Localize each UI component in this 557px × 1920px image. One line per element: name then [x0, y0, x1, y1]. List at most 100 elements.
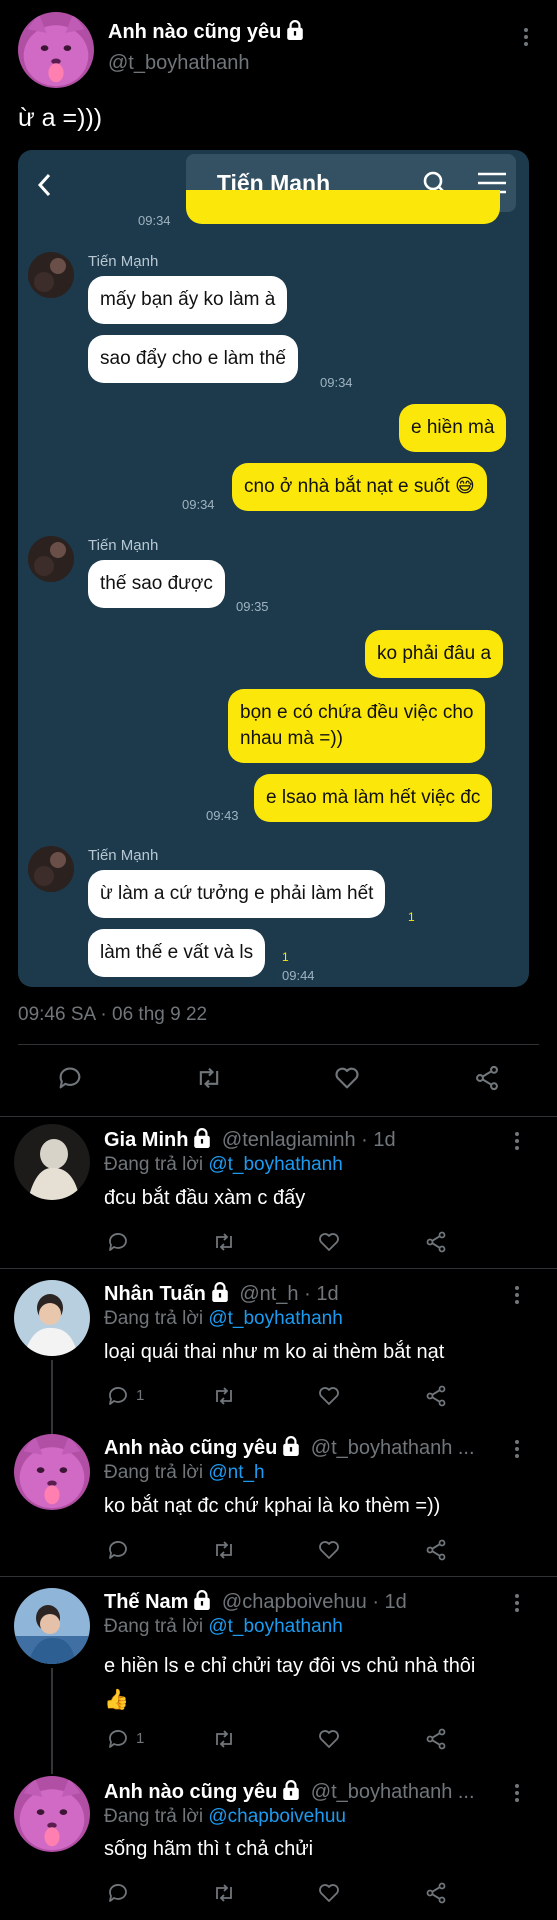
chat-bubble-out: e lsao mà làm hết việc đc — [254, 774, 493, 822]
chat-bubble-in: mấy bạn ấy ko làm à — [88, 276, 288, 324]
divider — [0, 1116, 557, 1117]
reply-icon[interactable] — [56, 1064, 84, 1092]
more-icon[interactable] — [514, 1286, 520, 1307]
reply-author-name[interactable]: Anh nào cũng yêu — [104, 1437, 277, 1459]
author-avatar[interactable] — [18, 12, 94, 88]
share-icon[interactable] — [424, 1230, 448, 1254]
replying-to: Đang trả lời @chapboivehuu — [104, 1806, 346, 1828]
reply-avatar[interactable] — [14, 1124, 90, 1200]
reply-author-handle[interactable]: @chapboivehuu · 1d — [222, 1591, 407, 1613]
like-icon[interactable] — [317, 1881, 341, 1905]
reply-count: 1 — [136, 1730, 145, 1747]
reply-icon[interactable] — [106, 1384, 130, 1408]
replying-to-link[interactable]: @chapboivehuu — [208, 1806, 346, 1827]
like-icon[interactable] — [317, 1230, 341, 1254]
replying-prefix: Đang trả lời — [104, 1616, 204, 1637]
thread-line — [51, 1668, 53, 1774]
like-icon[interactable] — [317, 1727, 341, 1751]
reply-author-name[interactable]: Gia Minh — [104, 1129, 188, 1151]
lock-icon — [286, 20, 304, 40]
reply-author-handle[interactable]: @t_boyhathanh ... — [311, 1781, 475, 1803]
replying-to-link[interactable]: @nt_h — [208, 1462, 264, 1483]
reply-avatar[interactable] — [14, 1776, 90, 1852]
chat-bubble-out: cno ở nhà bắt nạt e suốt 😅 — [232, 463, 487, 511]
reply-author-name[interactable]: Thế Nam — [104, 1591, 188, 1613]
tweet-image-chat-screenshot[interactable]: Tiến Mạnh 09:34 Tiến Mạnh mấy bạn ấy ko … — [18, 150, 529, 987]
replying-to: Đang trả lời @t_boyhathanh — [104, 1308, 343, 1330]
lock-icon — [193, 1128, 211, 1148]
reply-author-handle[interactable]: @t_boyhathanh ... — [311, 1437, 475, 1459]
reply-icon[interactable] — [106, 1727, 130, 1751]
retweet-icon[interactable] — [211, 1881, 237, 1905]
reply-author-handle[interactable]: @tenlagiaminh · 1d — [222, 1129, 396, 1151]
author-name-text: Anh nào cũng yêu — [108, 21, 282, 43]
replying-to: Đang trả lời @t_boyhathanh — [104, 1616, 343, 1638]
retweet-icon[interactable] — [211, 1727, 237, 1751]
share-icon[interactable] — [424, 1881, 448, 1905]
reply-header: Anh nào cũng yêu @t_boyhathanh ... — [104, 1436, 475, 1460]
more-icon[interactable] — [523, 28, 529, 49]
reply-text-line: 👍 — [104, 1689, 129, 1711]
sender-name: Tiến Mạnh — [88, 253, 159, 270]
message-time: 09:43 — [206, 808, 239, 823]
reply-header: Anh nào cũng yêu @t_boyhathanh ... — [104, 1780, 475, 1804]
share-icon[interactable] — [424, 1384, 448, 1408]
replying-prefix: Đang trả lời — [104, 1154, 204, 1175]
reply-avatar[interactable] — [14, 1588, 90, 1664]
divider — [18, 1044, 539, 1045]
reply-icon[interactable] — [106, 1881, 130, 1905]
share-icon[interactable] — [424, 1727, 448, 1751]
thread-line — [51, 1360, 53, 1436]
tweet-text: ừ a =))) — [18, 104, 103, 132]
message-time: 09:35 — [236, 599, 269, 614]
replying-to-link[interactable]: @t_boyhathanh — [208, 1308, 342, 1329]
reply-count: 1 — [136, 1387, 145, 1404]
replying-to-link[interactable]: @t_boyhathanh — [208, 1616, 342, 1637]
chat-bubble-out: e hiền mà — [399, 404, 507, 452]
more-icon[interactable] — [514, 1784, 520, 1805]
more-icon[interactable] — [514, 1132, 520, 1153]
reply-text-line: e hiền ls e chỉ chửi tay đôi vs chủ nhà … — [104, 1655, 476, 1677]
chat-bubble-in: sao đẩy cho e làm thế — [88, 335, 298, 383]
contact-avatar — [28, 846, 74, 892]
retweet-icon[interactable] — [211, 1384, 237, 1408]
message-time: 09:44 — [282, 968, 315, 983]
like-icon[interactable] — [317, 1538, 341, 1562]
share-icon[interactable] — [424, 1538, 448, 1562]
share-icon[interactable] — [473, 1064, 501, 1092]
reply-text: đcu bắt đầu xàm c đấy — [104, 1187, 306, 1209]
retweet-icon[interactable] — [194, 1064, 224, 1092]
sender-name: Tiến Mạnh — [88, 847, 159, 864]
reply-avatar[interactable] — [14, 1434, 90, 1510]
reply-author-name[interactable]: Nhân Tuấn — [104, 1283, 206, 1305]
reply-author-handle[interactable]: @nt_h · 1d — [239, 1283, 338, 1305]
divider — [0, 1268, 557, 1269]
sender-name: Tiến Mạnh — [88, 537, 159, 554]
chat-bubble-out-partial — [186, 190, 500, 224]
replying-prefix: Đang trả lời — [104, 1308, 204, 1329]
reply-icon[interactable] — [106, 1538, 130, 1562]
reply-icon[interactable] — [106, 1230, 130, 1254]
like-icon[interactable] — [333, 1064, 361, 1092]
reply-avatar[interactable] — [14, 1280, 90, 1356]
author-name[interactable]: Anh nào cũng yêu — [108, 20, 304, 44]
message-time: 09:34 — [320, 375, 353, 390]
like-icon[interactable] — [317, 1384, 341, 1408]
retweet-icon[interactable] — [211, 1230, 237, 1254]
reply-author-name[interactable]: Anh nào cũng yêu — [104, 1781, 277, 1803]
author-handle[interactable]: @t_boyhathanh — [108, 52, 250, 75]
reply-text: sống hãm thì t chả chửi — [104, 1838, 314, 1860]
bubble-line: nhau mà =)) — [240, 728, 343, 749]
replying-to: Đang trả lời @t_boyhathanh — [104, 1154, 343, 1176]
replying-prefix: Đang trả lời — [104, 1462, 204, 1483]
divider — [0, 1576, 557, 1577]
reply-header: Thế Nam @chapboivehuu · 1d — [104, 1590, 407, 1614]
lock-icon — [282, 1780, 300, 1800]
tweet-timestamp[interactable]: 09:46 SA · 06 thg 9 22 — [18, 1004, 207, 1026]
more-icon[interactable] — [514, 1440, 520, 1461]
retweet-icon[interactable] — [211, 1538, 237, 1562]
chat-bubble-out: ko phải đâu a — [365, 630, 504, 678]
bubble-line: bọn e có chứa đều việc cho — [240, 702, 474, 723]
replying-to-link[interactable]: @t_boyhathanh — [208, 1154, 342, 1175]
more-icon[interactable] — [514, 1594, 520, 1615]
